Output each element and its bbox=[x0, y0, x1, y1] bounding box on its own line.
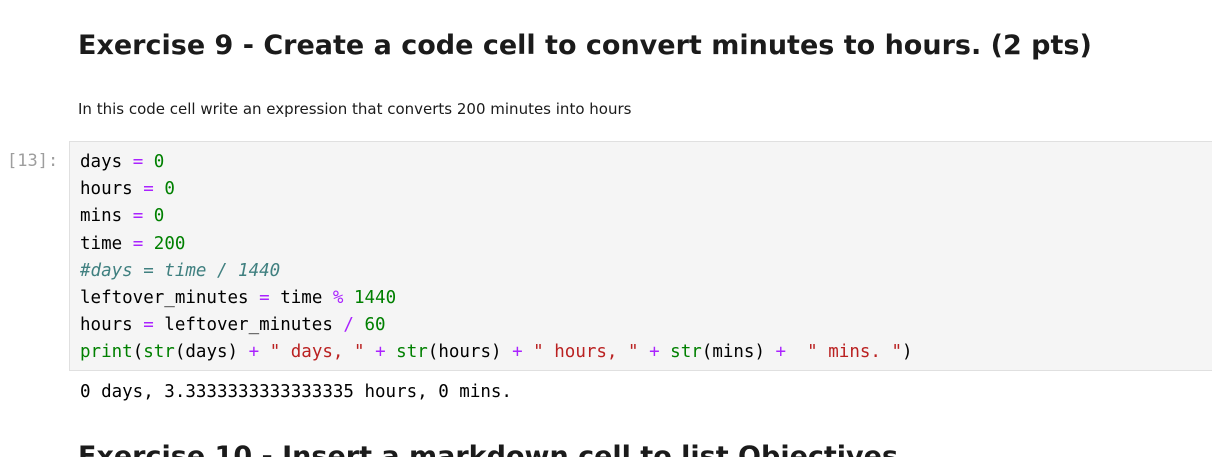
code-token: " mins. " bbox=[807, 342, 902, 363]
code-editor-content[interactable]: days = 0 hours = 0 mins = 0 time = 200 #days… bbox=[80, 149, 913, 367]
code-token: ( bbox=[132, 342, 144, 363]
code-cell-editor[interactable]: days = 0 hours = 0 mins = 0 time = 200 #days… bbox=[69, 141, 1212, 371]
code-token: 0 bbox=[164, 179, 175, 200]
code-token: = bbox=[132, 152, 144, 172]
code-token: str bbox=[396, 342, 428, 363]
code-token: print bbox=[80, 342, 133, 363]
code-token: mins bbox=[80, 206, 133, 227]
code-token: days bbox=[80, 152, 133, 172]
code-token: leftover_minutes bbox=[80, 287, 260, 308]
code-line[interactable]: leftover_minutes = time % 1440 bbox=[80, 285, 913, 312]
code-token: + bbox=[775, 342, 787, 363]
code-token: time bbox=[269, 287, 333, 308]
code-token: hours bbox=[80, 179, 144, 200]
code-line[interactable]: time = 200 bbox=[80, 231, 913, 258]
code-token: str bbox=[143, 342, 175, 363]
code-token: 1440 bbox=[353, 287, 397, 308]
code-token: (hours) bbox=[427, 342, 513, 363]
code-token: + bbox=[512, 342, 523, 363]
code-token: = bbox=[259, 287, 270, 308]
code-line[interactable]: hours = 0 bbox=[80, 176, 913, 203]
code-line[interactable]: print(str(days) + " days, " + str(hours)… bbox=[80, 339, 913, 366]
code-token: 200 bbox=[153, 233, 186, 254]
code-line[interactable]: days = 0 bbox=[80, 149, 913, 176]
code-token: 0 bbox=[153, 152, 165, 172]
code-token: / bbox=[343, 315, 354, 336]
code-token: ) bbox=[902, 342, 913, 363]
code-token: = bbox=[132, 233, 144, 254]
execution-count-prompt: [13]: bbox=[7, 151, 59, 171]
code-line[interactable]: #days = time / 1440 bbox=[80, 258, 913, 285]
code-token: time bbox=[80, 233, 133, 254]
code-token: 0 bbox=[153, 206, 165, 227]
code-token: % bbox=[332, 287, 344, 308]
code-cell-output: 0 days, 3.3333333333333335 hours, 0 mins… bbox=[80, 382, 512, 402]
code-token: hours bbox=[80, 315, 144, 336]
code-token: + bbox=[375, 342, 386, 363]
code-token: leftover_minutes bbox=[153, 315, 344, 336]
code-token: + bbox=[649, 342, 660, 363]
exercise-9-instructions: In this code cell write an expression th… bbox=[78, 100, 632, 118]
code-token: (mins) bbox=[701, 342, 776, 363]
code-line[interactable]: hours = leftover_minutes / 60 bbox=[80, 312, 913, 339]
code-token: = bbox=[143, 315, 154, 336]
code-line[interactable]: mins = 0 bbox=[80, 203, 913, 230]
code-token: 60 bbox=[364, 315, 386, 336]
code-token: str bbox=[670, 342, 702, 363]
exercise-10-heading: Exercise 10 - Insert a markdown cell to … bbox=[78, 441, 899, 457]
exercise-9-heading: Exercise 9 - Create a code cell to conve… bbox=[78, 30, 1092, 61]
code-token: #days = time / 1440 bbox=[80, 260, 281, 281]
code-token: = bbox=[143, 179, 154, 200]
code-token: " days, " bbox=[269, 342, 365, 363]
code-token: (days) bbox=[174, 342, 249, 363]
code-token: = bbox=[132, 206, 144, 227]
code-token: + bbox=[248, 342, 260, 363]
code-token: " hours, " bbox=[533, 342, 639, 363]
